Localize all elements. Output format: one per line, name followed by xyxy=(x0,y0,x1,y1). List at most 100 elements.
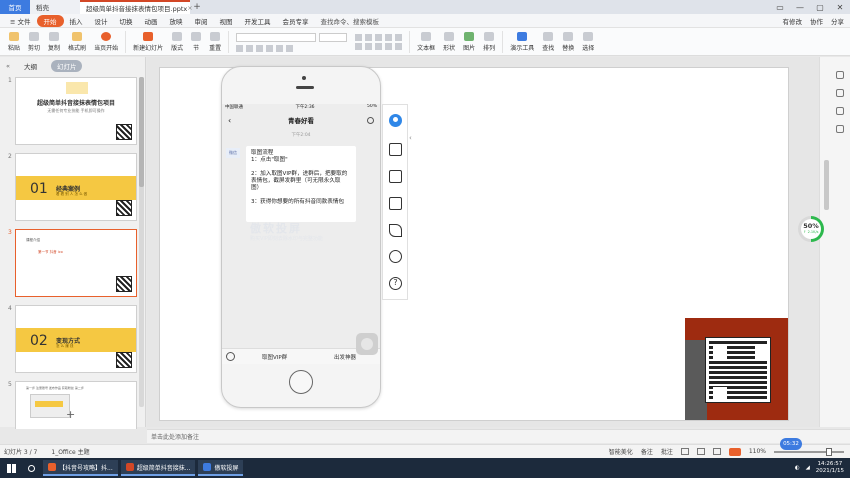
keyboard-icon[interactable] xyxy=(226,352,235,361)
menu-member[interactable]: 会员专享 xyxy=(277,16,315,26)
menu-transition[interactable]: 切换 xyxy=(114,16,139,26)
fullscreen-icon[interactable] xyxy=(389,143,402,156)
tools-icon[interactable] xyxy=(836,125,844,133)
menu-design[interactable]: 设计 xyxy=(89,16,114,26)
tab-outline[interactable]: 大纲 xyxy=(24,61,37,71)
bullets-icon[interactable] xyxy=(355,33,363,41)
maximize-icon[interactable]: ▢ xyxy=(810,3,830,12)
slide-thumbnail-5[interactable]: 5 第一步 注册账号 发布作品 获取粉丝 第二步 xyxy=(0,379,145,429)
outdent-icon[interactable] xyxy=(385,33,393,41)
notes-toggle[interactable]: 备注 xyxy=(641,447,653,456)
settings-icon[interactable] xyxy=(389,250,402,263)
replace-button[interactable]: 替换 xyxy=(558,31,578,52)
bold-icon[interactable] xyxy=(236,44,244,52)
find-button[interactable]: 查找 xyxy=(538,31,558,52)
font-size-select[interactable] xyxy=(319,32,348,42)
section-button[interactable]: 节 xyxy=(187,31,205,52)
menu-home[interactable]: 开始 xyxy=(36,14,64,27)
arrange-button[interactable]: 排列 xyxy=(479,31,499,52)
clock[interactable]: 14:26:57 2021/1/15 xyxy=(816,461,844,475)
sorter-view-icon[interactable] xyxy=(696,448,705,455)
play-icon[interactable] xyxy=(728,447,741,456)
slide-thumbnail-4[interactable]: 4 02 变现方式 怎 么 赚 钱 xyxy=(0,303,145,379)
add-slide-button[interactable]: + xyxy=(66,408,75,421)
start-button[interactable] xyxy=(0,458,22,478)
menu-insert[interactable]: 插入 xyxy=(64,16,89,26)
assistive-touch-button[interactable] xyxy=(356,333,378,355)
smart-beautify-button[interactable]: 智能美化 xyxy=(609,447,633,456)
restore-icon[interactable]: ▭ xyxy=(770,3,790,12)
line-spacing-icon[interactable] xyxy=(395,33,403,41)
menu-tool[interactable]: 出发神器 xyxy=(334,353,356,361)
menu-view[interactable]: 视图 xyxy=(214,16,239,26)
normal-view-icon[interactable] xyxy=(680,448,689,455)
menu-slideshow[interactable]: 放映 xyxy=(164,16,189,26)
font-family-select[interactable] xyxy=(236,32,317,42)
format-painter-button[interactable]: 格式刷 xyxy=(64,31,90,52)
justify-icon[interactable] xyxy=(385,42,393,50)
menu-file[interactable]: ≡ 文件 xyxy=(4,16,37,26)
phone-screen[interactable]: 中国联通 下午2:36 50% ‹ 青春好看 下午2:04 微信 取图流程 1：… xyxy=(222,104,380,364)
minimize-icon[interactable]: — xyxy=(790,3,810,12)
menu-review[interactable]: 审阅 xyxy=(189,16,214,26)
comment-toggle[interactable]: 批注 xyxy=(661,447,673,456)
taskbar-app-2[interactable]: 超级简单抖音接抹... xyxy=(120,460,196,476)
brush-icon[interactable] xyxy=(389,224,402,237)
slide-thumbnail-3[interactable]: 3 课程介绍 第一节 抖音 ico xyxy=(0,227,145,303)
font-color-icon[interactable] xyxy=(276,44,284,52)
window-close-icon[interactable]: ✕ xyxy=(830,3,850,12)
picture-button[interactable]: 图片 xyxy=(459,31,479,52)
italic-icon[interactable] xyxy=(246,44,254,52)
play-from-current-button[interactable]: 当页开始 xyxy=(90,31,122,52)
user-icon[interactable] xyxy=(389,114,402,127)
animation-icon[interactable] xyxy=(836,107,844,115)
tab-document[interactable]: 超级简单抖音接抹表情包项目.pptx × xyxy=(80,0,193,14)
canvas-scrollbar[interactable] xyxy=(824,160,829,210)
person-icon[interactable] xyxy=(367,116,374,124)
taskbar-search-button[interactable] xyxy=(22,458,40,478)
tab-slides[interactable]: 幻灯片 xyxy=(50,60,83,72)
strike-icon[interactable] xyxy=(266,44,274,52)
menu-vip-group[interactable]: 取图VIP群 xyxy=(262,353,287,361)
align-center-icon[interactable] xyxy=(365,42,373,50)
modified-button[interactable]: 有修改 xyxy=(783,16,803,26)
panel-scrollbar[interactable] xyxy=(139,77,144,407)
help-icon[interactable]: ? xyxy=(389,277,402,290)
menu-animation[interactable]: 动画 xyxy=(139,16,164,26)
cut-button[interactable]: 剪切 xyxy=(24,31,44,52)
network-icon[interactable]: ◢ xyxy=(806,465,810,471)
menu-developer[interactable]: 开发工具 xyxy=(239,16,277,26)
command-search[interactable]: 查找命令、搜索模板 xyxy=(321,16,380,26)
collaborate-button[interactable]: 协作 xyxy=(810,16,823,26)
columns-icon[interactable] xyxy=(395,42,403,50)
share-button[interactable]: 分享 xyxy=(831,16,844,26)
back-icon[interactable]: ‹ xyxy=(228,116,231,125)
taskbar-app-1[interactable]: 【抖音号攻略】抖... xyxy=(43,460,118,476)
tab-docer[interactable]: 稻壳 xyxy=(30,0,80,14)
numbering-icon[interactable] xyxy=(365,33,373,41)
underline-icon[interactable] xyxy=(256,44,264,52)
volume-icon[interactable]: ◐ xyxy=(795,465,800,471)
zoom-slider[interactable] xyxy=(774,447,844,456)
notes-area[interactable]: 单击此处添加备注 xyxy=(147,429,850,443)
reset-button[interactable]: 重置 xyxy=(205,31,225,52)
property-icon[interactable] xyxy=(836,71,844,79)
new-tab-button[interactable]: + xyxy=(190,2,204,12)
new-slide-button[interactable]: 新建幻灯片 xyxy=(129,31,167,52)
textbox-button[interactable]: 文本框 xyxy=(413,31,439,52)
collapse-panel-icon[interactable]: « xyxy=(6,62,10,70)
screenshot-icon[interactable] xyxy=(389,170,402,183)
zoom-level[interactable]: 110% xyxy=(749,448,766,455)
record-icon[interactable] xyxy=(389,197,402,210)
select-button[interactable]: 选择 xyxy=(578,31,598,52)
align-right-icon[interactable] xyxy=(375,42,383,50)
taskbar-app-3[interactable]: 傲软投屏 xyxy=(198,460,244,476)
presenter-tools-button[interactable]: 演示工具 xyxy=(506,31,538,52)
layout-button[interactable]: 版式 xyxy=(167,31,187,52)
shape-button[interactable]: 形状 xyxy=(439,31,459,52)
indent-icon[interactable] xyxy=(375,33,383,41)
align-left-icon[interactable] xyxy=(355,42,363,50)
highlight-icon[interactable] xyxy=(286,44,294,52)
slide-thumbnail-2[interactable]: 2 01 经典案例 看 看 别 人 怎 么 做 xyxy=(0,151,145,227)
collapse-toolbar-icon[interactable]: ‹ xyxy=(409,134,412,142)
